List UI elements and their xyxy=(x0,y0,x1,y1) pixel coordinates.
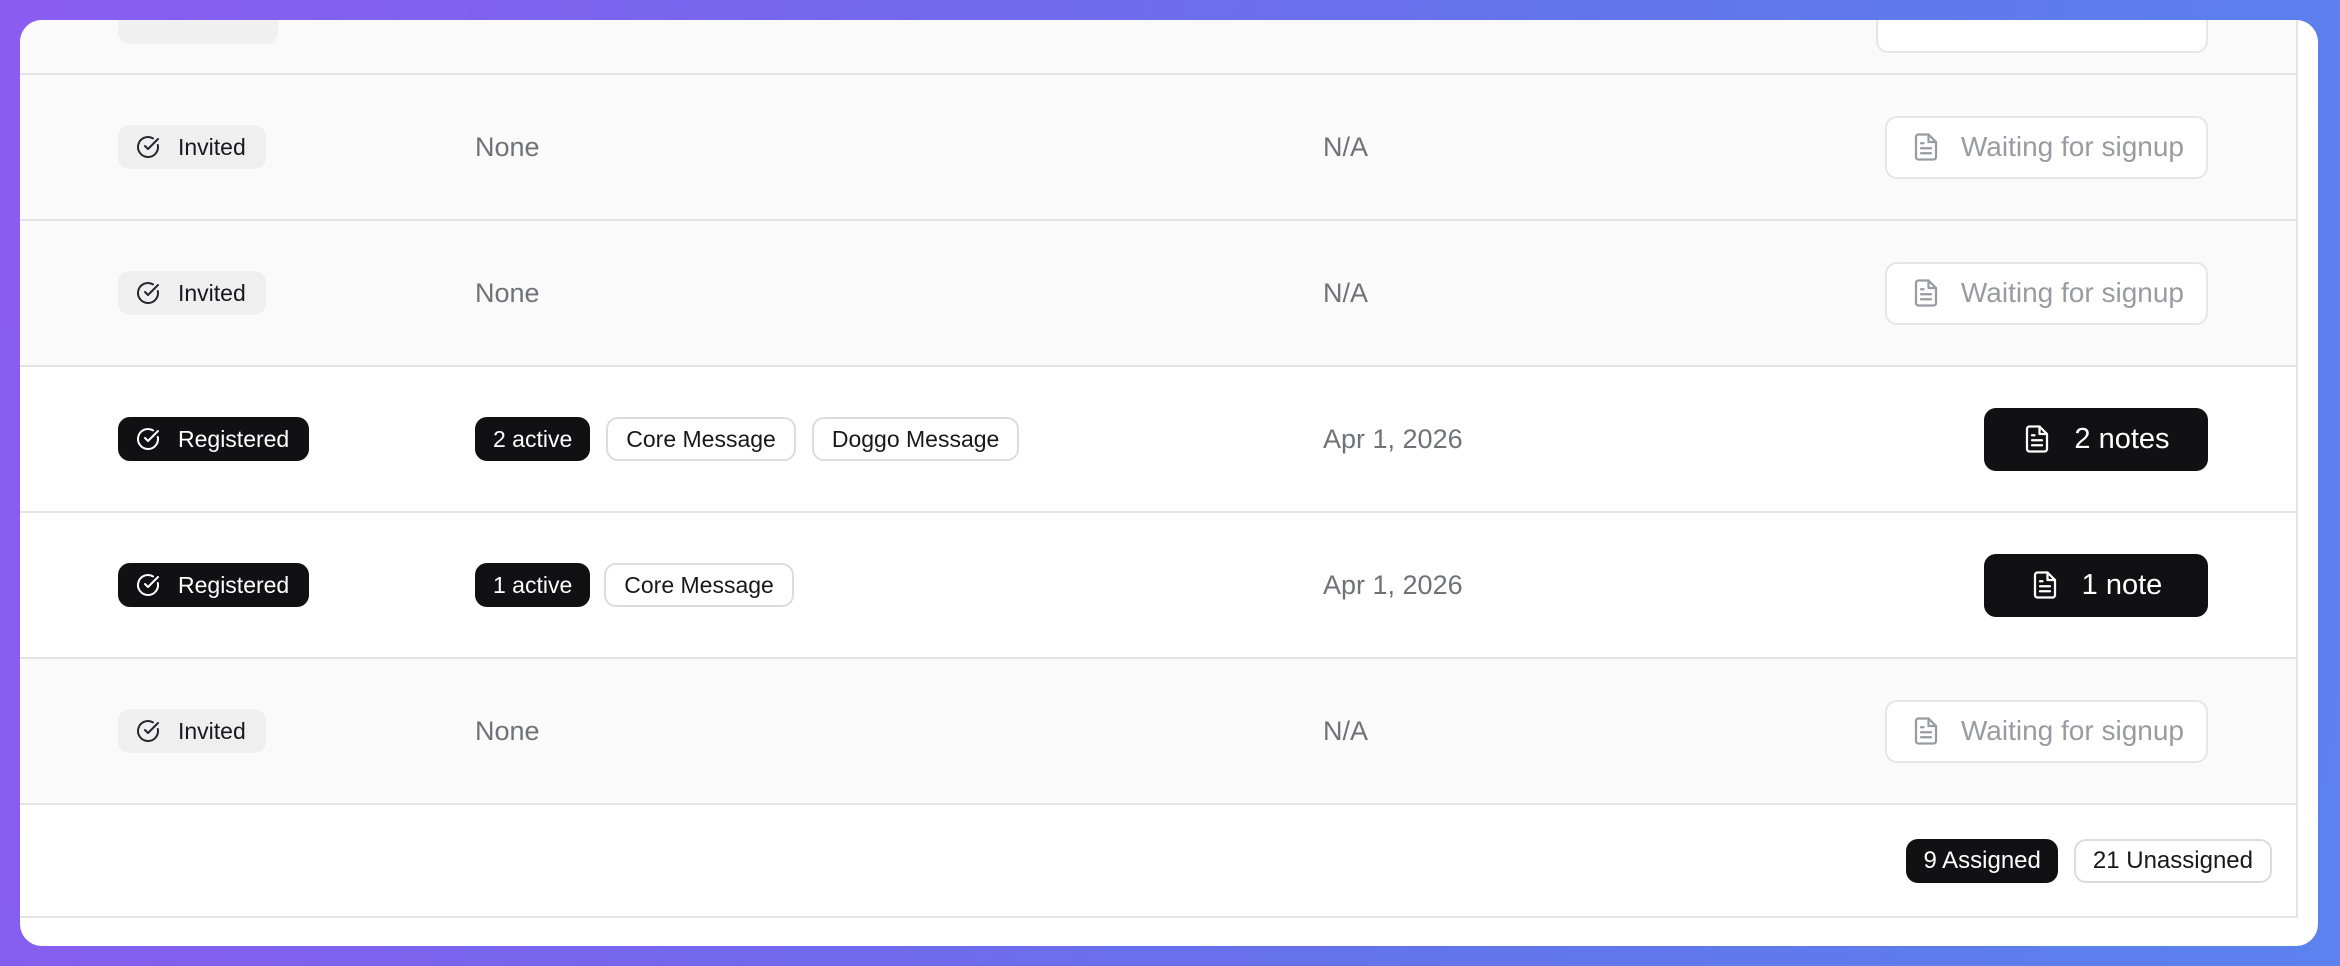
date-value: N/A xyxy=(1323,715,1369,746)
assignment-filter: 9 Assigned 21 Unassigned xyxy=(1906,839,2272,883)
date-value: Apr 1, 2026 xyxy=(1323,423,1463,454)
file-text-icon xyxy=(1914,279,1938,307)
table-body: Invited None N/A Waiting for signup Invi… xyxy=(20,75,2296,805)
circle-check-icon xyxy=(137,428,159,450)
table-row: Invited None N/A Waiting for signup xyxy=(20,75,2296,221)
status-label: Invited xyxy=(178,279,246,306)
circle-check-icon xyxy=(137,282,159,304)
users-table-card: Invited None N/A Waiting for signup Invi… xyxy=(20,20,2318,946)
status-badge: Registered xyxy=(118,563,310,607)
action-label: Waiting for signup xyxy=(1960,715,2184,746)
active-count-badge: 2 active xyxy=(475,417,591,461)
message-chip[interactable]: Doggo Message xyxy=(811,417,1020,461)
waiting-for-signup-button[interactable]: Waiting for signup xyxy=(1884,115,2208,179)
circle-check-icon xyxy=(137,136,159,158)
subscriptions-none: None xyxy=(475,715,540,746)
status-label: Invited xyxy=(178,717,246,744)
table-footer: 9 Assigned 21 Unassigned xyxy=(20,806,2296,916)
subscriptions-none: None xyxy=(475,131,540,162)
file-text-icon xyxy=(2033,571,2056,599)
action-label: Waiting for signup xyxy=(1960,277,2184,308)
waiting-for-signup-button[interactable]: Waiting for signup xyxy=(1884,261,2208,325)
action-label: 1 note xyxy=(2081,568,2163,601)
date-value: N/A xyxy=(1323,131,1369,162)
status-badge: Registered xyxy=(118,417,310,461)
notes-button[interactable]: 1 note xyxy=(1984,553,2208,617)
users-table: Invited None N/A Waiting for signup Invi… xyxy=(20,20,2298,918)
assigned-filter-button[interactable]: 9 Assigned xyxy=(1906,839,2058,883)
table-row: Registered 2 active Core Message Doggo M… xyxy=(20,367,2296,513)
file-text-icon xyxy=(1914,717,1938,745)
action-label: Waiting for signup xyxy=(1960,131,2184,162)
status-label: Registered xyxy=(178,571,290,598)
message-chip[interactable]: Core Message xyxy=(604,563,794,607)
active-count-badge: 1 active xyxy=(475,563,591,607)
status-label: Registered xyxy=(178,425,290,452)
status-badge: Invited xyxy=(118,709,266,753)
subscriptions-none: None xyxy=(475,277,540,308)
notes-button[interactable]: 2 notes xyxy=(1984,407,2208,471)
status-label: Invited xyxy=(178,133,246,160)
action-label: 2 notes xyxy=(2074,422,2170,455)
file-text-icon xyxy=(2026,425,2049,453)
status-badge: Invited xyxy=(118,125,266,169)
circle-check-icon xyxy=(137,574,159,596)
unassigned-filter-button[interactable]: 21 Unassigned xyxy=(2073,839,2272,883)
circle-check-icon xyxy=(137,720,159,742)
table-row: Registered 1 active Core Message Apr 1, … xyxy=(20,513,2296,659)
table-row: Invited None N/A Waiting for signup xyxy=(20,659,2296,805)
table-row-partial xyxy=(20,20,2296,75)
date-value: Apr 1, 2026 xyxy=(1323,569,1463,600)
table-row: Invited None N/A Waiting for signup xyxy=(20,221,2296,367)
status-pill-partial xyxy=(118,20,278,44)
action-button-partial[interactable] xyxy=(1876,20,2208,53)
waiting-for-signup-button[interactable]: Waiting for signup xyxy=(1884,699,2208,763)
message-chip[interactable]: Core Message xyxy=(606,417,796,461)
date-value: N/A xyxy=(1323,277,1369,308)
status-badge: Invited xyxy=(118,271,266,315)
file-text-icon xyxy=(1914,133,1938,161)
